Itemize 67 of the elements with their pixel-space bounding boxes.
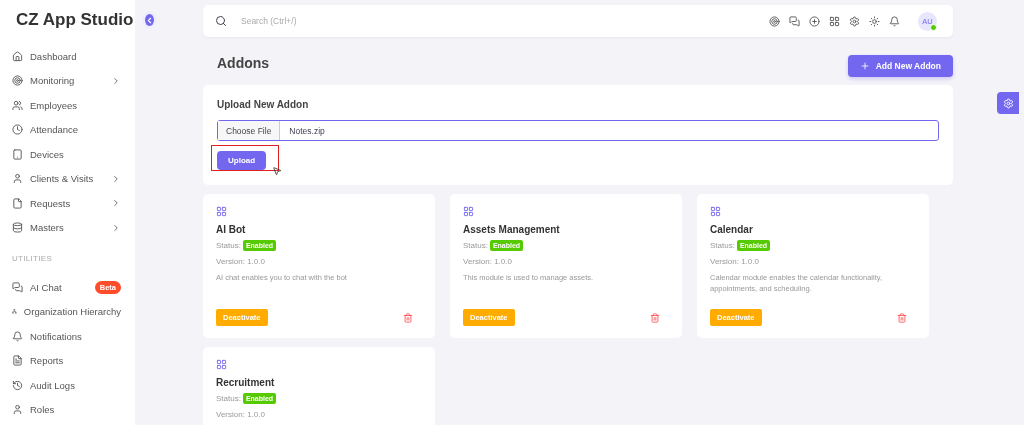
chat-icon[interactable] (789, 15, 800, 27)
status-label: Status: (463, 241, 488, 250)
addon-name: Recruitment (216, 377, 276, 388)
page-title: Addons (217, 55, 270, 71)
card-title: Upload New Addon (217, 99, 310, 110)
plus-circle-icon[interactable] (809, 15, 820, 27)
sun-icon[interactable] (869, 15, 880, 27)
bell-icon[interactable] (889, 15, 900, 27)
status-label: Status: (710, 241, 735, 250)
plus-icon (859, 61, 870, 71)
status-label: Status: (216, 241, 241, 250)
user-icon (12, 404, 23, 416)
version-text: Version: 1.0.0 (710, 257, 759, 266)
file-icon (12, 197, 23, 209)
file-input-field[interactable]: Choose File Notes.zip (217, 120, 939, 141)
chat-icon (12, 281, 23, 293)
version-text: Version: 1.0.0 (463, 257, 512, 266)
user-icon (12, 173, 23, 185)
sidebar-item[interactable]: Notifications (0, 324, 135, 349)
grid-icon (463, 206, 474, 217)
sidebar-item[interactable]: Employees (0, 93, 135, 118)
sidebar-item[interactable]: Clients & Visits (0, 166, 135, 191)
addon-name: Assets Management (463, 224, 561, 235)
sidebar-item[interactable]: Audit Logs (0, 373, 135, 398)
sidebar-item[interactable]: Masters (0, 215, 135, 240)
history-icon (12, 379, 23, 391)
version-text: Version: 1.0.0 (216, 410, 265, 419)
section-heading: UTILITIES (11, 253, 54, 265)
grid-icon (710, 206, 721, 217)
target-icon[interactable] (769, 15, 780, 27)
sidebar-item[interactable]: Reports (0, 348, 135, 373)
users-icon (12, 99, 23, 111)
status-label: Status: (216, 394, 241, 403)
addon-name: Calendar (710, 224, 754, 235)
house-icon (12, 50, 23, 62)
sidebar-item[interactable]: Roles (0, 397, 135, 422)
cursor-icon (272, 166, 282, 176)
settings-icon[interactable] (849, 15, 860, 27)
sidebar-item[interactable]: Organization Hierarchy (0, 299, 135, 324)
grid-icon (216, 359, 227, 370)
tablet-icon (12, 148, 23, 160)
sidebar-item[interactable]: Dashboard (0, 44, 135, 69)
add-addon-button[interactable]: Add New Addon (847, 55, 953, 77)
upload-button[interactable]: Upload (217, 151, 267, 170)
sidebar-item[interactable]: Attendance (0, 117, 135, 142)
sidebar-item[interactable]: Requests (0, 191, 135, 216)
clock-icon (12, 124, 23, 136)
trash-icon[interactable] (403, 312, 413, 323)
version-text: Version: 1.0.0 (216, 257, 265, 266)
addon-name: AI Bot (216, 224, 247, 235)
target-icon (12, 75, 23, 87)
sidebar-item[interactable]: Devices (0, 142, 135, 167)
collapse-button[interactable] (145, 14, 155, 26)
choose-file-button[interactable]: Choose File (218, 121, 281, 140)
document-icon (12, 355, 23, 367)
gear-icon (1002, 97, 1014, 109)
grid-icon (216, 206, 227, 217)
settings-button[interactable] (997, 92, 1019, 114)
trash-icon[interactable] (650, 312, 660, 323)
database-icon (12, 222, 23, 234)
bell-icon (12, 330, 23, 342)
sidebar-item[interactable]: Monitoring (0, 68, 135, 93)
grid-icon[interactable] (829, 15, 840, 27)
search-icon (215, 15, 227, 27)
brand-name: CZ App Studio (16, 10, 134, 30)
trash-icon[interactable] (897, 312, 907, 323)
file-name: Notes.zip (288, 124, 326, 138)
